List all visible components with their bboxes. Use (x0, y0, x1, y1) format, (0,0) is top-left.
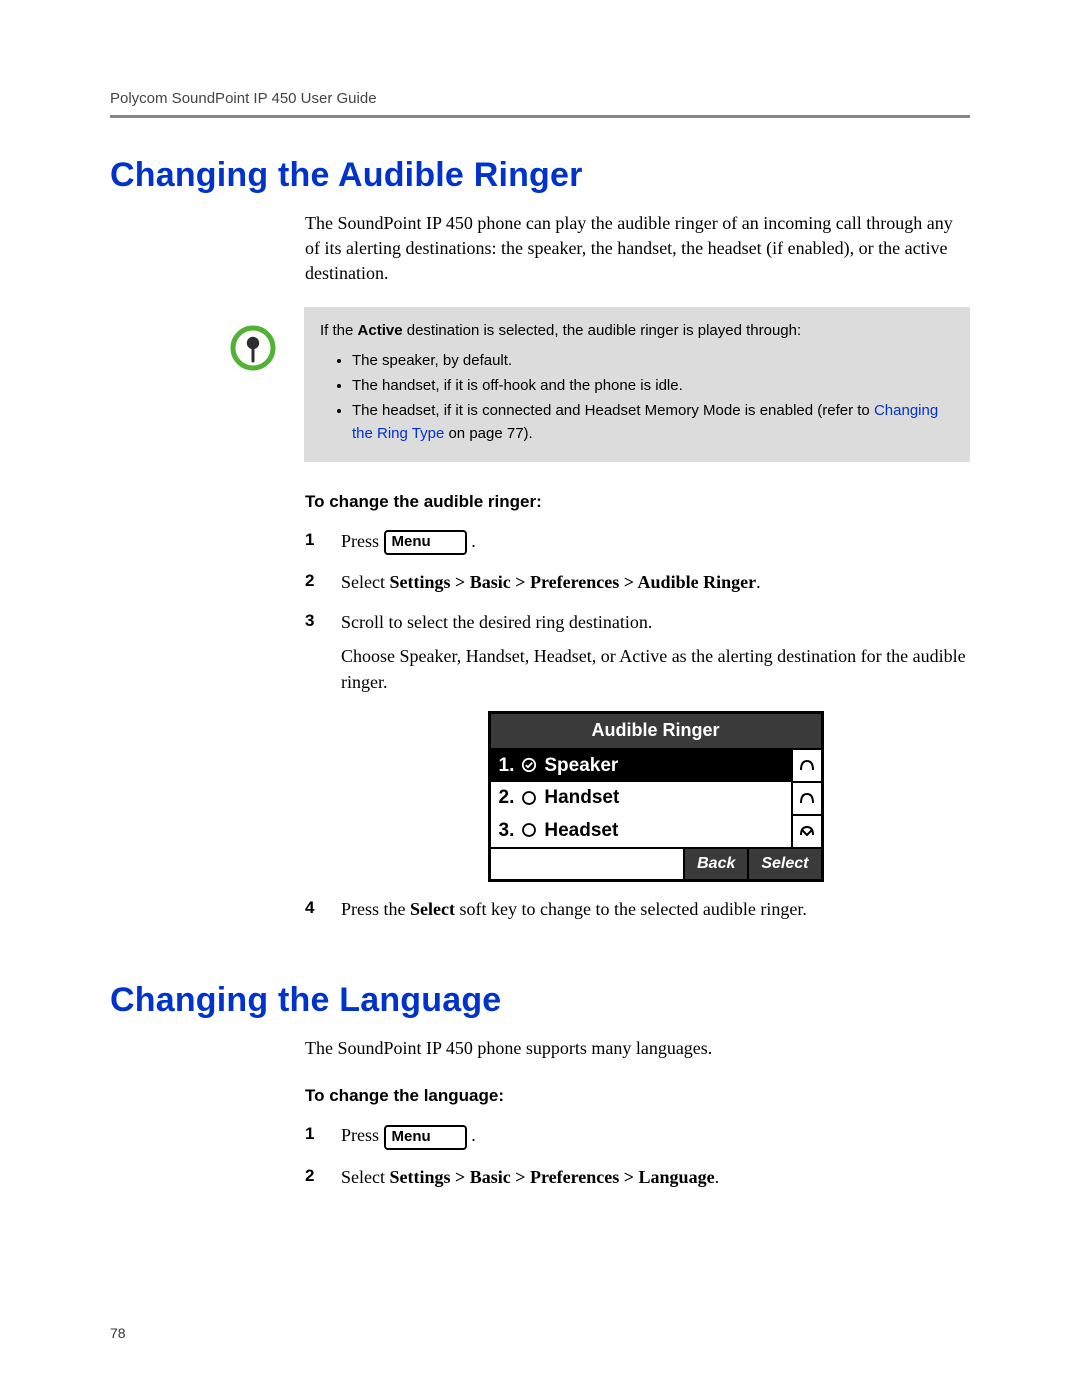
menu-hardkey-icon: Menu (384, 1125, 467, 1150)
procedure-subhead: To change the language: (305, 1086, 970, 1106)
phone-list-item: 3. Headset (491, 815, 791, 848)
list-label: Headset (544, 817, 618, 845)
note-bullet: The handset, if it is off-hook and the p… (352, 374, 954, 397)
step-text: Press (341, 531, 384, 551)
note-callout: If the Active destination is selected, t… (230, 307, 970, 461)
checkmark-icon (520, 757, 538, 773)
list-number: 1. (499, 752, 515, 780)
softkey-back: Back (683, 849, 747, 879)
step-text: Press the (341, 899, 410, 919)
scroll-up-icon (793, 750, 821, 783)
pushpin-icon (230, 325, 276, 371)
step-text: . (715, 1167, 720, 1187)
step: Scroll to select the desired ring destin… (305, 609, 970, 882)
step-text: Select (341, 572, 389, 592)
step-text: Press (341, 1125, 384, 1145)
page-number: 78 (110, 1325, 126, 1341)
phone-scroll-column (791, 750, 821, 848)
header-rule (110, 115, 970, 118)
step: Select Settings > Basic > Preferences > … (305, 569, 970, 595)
note-bullet-text: The headset, if it is connected and Head… (352, 402, 874, 419)
section-heading-audible-ringer: Changing the Audible Ringer (110, 156, 970, 195)
note-bullet: The headset, if it is connected and Head… (352, 399, 954, 446)
steps-list: Press Menu . Select Settings > Basic > P… (305, 1122, 970, 1189)
phone-screen: Audible Ringer 1. Speaker (488, 711, 824, 882)
step-continuation: Choose Speaker, Handset, Headset, or Act… (341, 643, 970, 695)
step-text: soft key to change to the selected audib… (455, 899, 807, 919)
note-lead-post: destination is selected, the audible rin… (403, 322, 802, 339)
step-text: Select (341, 1167, 389, 1187)
step: Select Settings > Basic > Preferences > … (305, 1164, 970, 1190)
softkey-select: Select (747, 849, 820, 879)
section-heading-language: Changing the Language (110, 981, 970, 1020)
steps-list: Press Menu . Select Settings > Basic > P… (305, 528, 970, 923)
radio-empty-icon (520, 790, 538, 806)
menu-hardkey-icon: Menu (384, 530, 467, 555)
intro-paragraph: The SoundPoint IP 450 phone can play the… (305, 211, 970, 285)
step: Press Menu . (305, 528, 970, 555)
step-bold: Select (410, 899, 455, 919)
radio-empty-icon (520, 822, 538, 838)
phone-screen-title: Audible Ringer (491, 714, 821, 749)
page: Polycom SoundPoint IP 450 User Guide Cha… (0, 0, 1080, 1397)
scroll-mid-icon (793, 783, 821, 816)
note-lead-bold: Active (358, 322, 403, 339)
note-bullet-text: on page 77). (444, 425, 532, 442)
list-label: Handset (544, 784, 619, 812)
step-text: . (471, 1125, 476, 1145)
procedure-subhead: To change the audible ringer: (305, 492, 970, 512)
step: Press Menu . (305, 1122, 970, 1149)
intro-paragraph: The SoundPoint IP 450 phone supports man… (305, 1036, 970, 1061)
phone-list-item-selected: 1. Speaker (491, 750, 791, 783)
scroll-down-icon (793, 816, 821, 847)
step-text: . (756, 572, 761, 592)
step: Press the Select soft key to change to t… (305, 896, 970, 922)
list-label: Speaker (544, 752, 618, 780)
phone-screen-figure: Audible Ringer 1. Speaker (341, 711, 970, 882)
step-text: . (471, 531, 476, 551)
list-number: 3. (499, 817, 515, 845)
note-bullet: The speaker, by default. (352, 349, 954, 372)
note-lead-pre: If the (320, 322, 358, 339)
list-number: 2. (499, 784, 515, 812)
step-bold: Settings > Basic > Preferences > Languag… (389, 1167, 714, 1187)
running-header: Polycom SoundPoint IP 450 User Guide (110, 90, 970, 107)
phone-list-item: 2. Handset (491, 782, 791, 815)
step-text: Scroll to select the desired ring destin… (341, 612, 652, 632)
note-box: If the Active destination is selected, t… (304, 307, 970, 461)
step-bold: Settings > Basic > Preferences > Audible… (389, 572, 756, 592)
